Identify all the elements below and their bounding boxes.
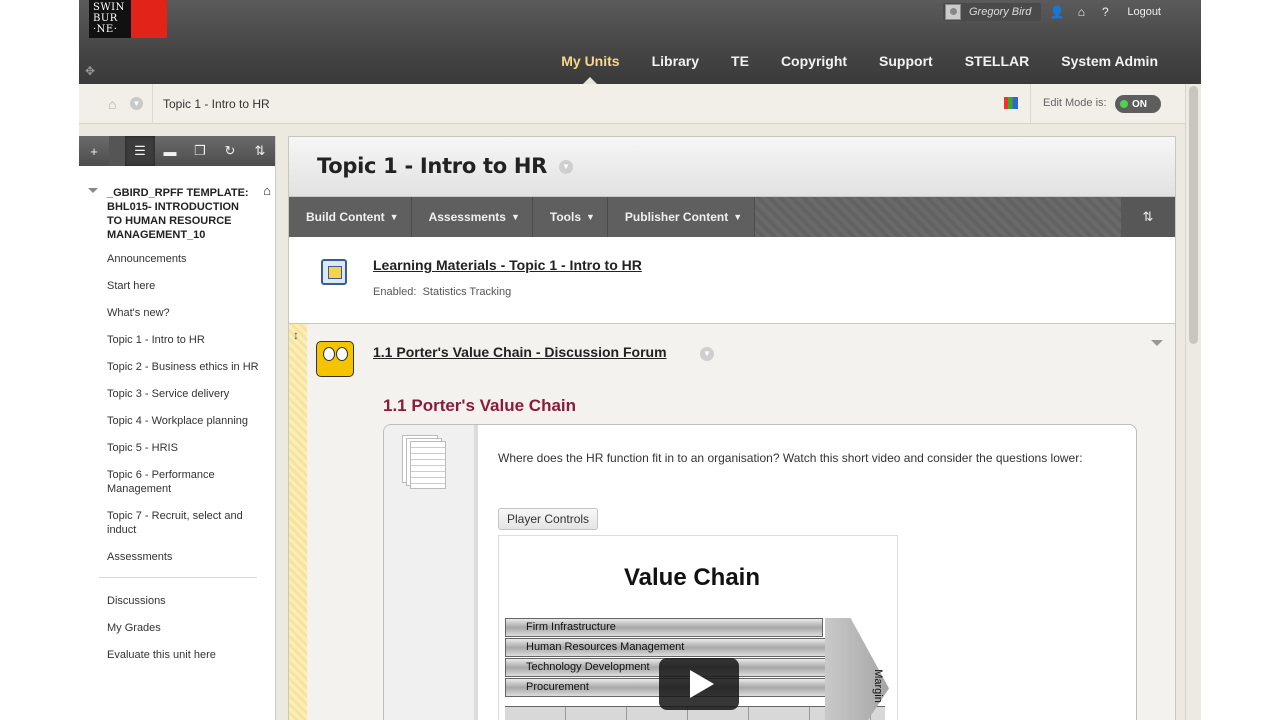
window-icon[interactable]: ❐ — [185, 136, 215, 166]
sidebar-item-topic-4[interactable]: Topic 4 - Workplace planning — [107, 414, 262, 428]
sidebar-item-whats-new[interactable]: What's new? — [107, 306, 262, 320]
document-icon — [402, 435, 446, 489]
video-player[interactable]: Value Chain Firm Infrastructure Human Re… — [498, 535, 898, 720]
player-controls-button[interactable]: Player Controls — [498, 508, 599, 530]
folder-view-icon[interactable]: ▬ — [155, 136, 185, 166]
chevron-down-icon: ▼ — [389, 212, 399, 222]
publisher-content-menu[interactable]: Publisher Content ▼ — [608, 197, 756, 237]
sidebar-item-start-here[interactable]: Start here — [107, 279, 262, 293]
tab-system-admin[interactable]: System Admin — [1061, 53, 1158, 69]
divider — [99, 577, 257, 578]
content-item-discussion-forum: ↕ 1.1 Porter's Value Chain - Discussion … — [289, 324, 1175, 720]
home-icon[interactable]: ⌂ — [1073, 5, 1089, 19]
course-menu: + ☰ ▬ ❐ ↻ ⇅ _GBIRD_RPFF TEMPLATE: BHL015… — [79, 136, 276, 720]
color-palette-icon[interactable] — [1004, 97, 1018, 109]
sidebar-item-discussions[interactable]: Discussions — [107, 594, 262, 608]
sidebar-item-announcements[interactable]: Announcements — [107, 252, 262, 266]
user-profile-icon[interactable]: 👤 — [1049, 5, 1065, 19]
tools-menu[interactable]: Tools ▼ — [533, 197, 608, 237]
sidebar-item-evaluate[interactable]: Evaluate this unit here — [107, 648, 262, 662]
swinburne-logo[interactable]: SWIN BUR ·NE· — [89, 0, 167, 38]
sort-icon[interactable]: ⇅ — [1121, 197, 1175, 237]
edit-mode-label: Edit Mode is: — [1043, 97, 1107, 109]
tab-copyright[interactable]: Copyright — [781, 53, 847, 69]
tab-stellar[interactable]: STELLAR — [965, 53, 1030, 69]
drag-handle[interactable]: ↕ — [289, 324, 307, 720]
move-handle-icon[interactable]: ✥ — [81, 64, 99, 80]
collapse-item-icon[interactable] — [1151, 340, 1163, 346]
logo-red-block — [131, 0, 167, 38]
scrollbar-thumb[interactable] — [1189, 86, 1198, 344]
forum-link[interactable]: 1.1 Porter's Value Chain - Discussion Fo… — [373, 344, 667, 360]
content-folder-icon — [321, 259, 347, 285]
user-name: Gregory Bird — [968, 6, 1032, 18]
page-title: Topic 1 - Intro to HR — [317, 154, 548, 178]
forum-subtitle: 1.1 Porter's Value Chain — [383, 396, 577, 415]
content-area: Topic 1 - Intro to HR ▼ Build Content ▼ A… — [288, 136, 1176, 720]
build-content-menu[interactable]: Build Content ▼ — [289, 197, 412, 237]
forum-description: Where does the HR function fit in to an … — [498, 451, 1083, 465]
top-header: SWIN BUR ·NE· ✥ Gregory Bird 👤 ⌂ ? Logout … — [79, 0, 1201, 84]
breadcrumb-current: Topic 1 - Intro to HR — [163, 97, 270, 111]
avatar — [944, 4, 961, 20]
sidebar-item-topic-1[interactable]: Topic 1 - Intro to HR — [107, 333, 262, 347]
sidebar-item-topic-5[interactable]: Topic 5 - HRIS — [107, 441, 262, 455]
value-chain-row: Human Resources Management — [505, 638, 835, 657]
value-chain-row: Firm Infrastructure — [505, 618, 823, 637]
page-scrollbar[interactable] — [1185, 84, 1201, 720]
page-title-bar: Topic 1 - Intro to HR ▼ — [289, 137, 1175, 197]
tab-library[interactable]: Library — [652, 53, 699, 69]
user-bar: Gregory Bird 👤 ⌂ ? Logout — [942, 3, 1161, 21]
course-menu-list: Announcements Start here What's new? Top… — [79, 252, 275, 564]
add-icon[interactable]: + — [79, 136, 109, 166]
logout-link[interactable]: Logout — [1127, 6, 1161, 18]
margin-label: Margin — [871, 669, 884, 703]
content-item-learning-materials: Learning Materials - Topic 1 - Intro to … — [289, 237, 1175, 324]
logo-text: SWIN BUR ·NE· — [93, 2, 125, 35]
app-frame: SWIN BUR ·NE· ✥ Gregory Bird 👤 ⌂ ? Logout … — [79, 0, 1201, 720]
edit-mode-toggle[interactable]: ON — [1115, 95, 1161, 113]
forum-description-panel: Where does the HR function fit in to an … — [383, 424, 1137, 720]
sidebar-item-topic-6[interactable]: Topic 6 - Performance Management — [107, 468, 262, 496]
toggle-indicator — [1120, 100, 1128, 108]
chevron-down-icon: ▼ — [510, 212, 520, 222]
learning-materials-link[interactable]: Learning Materials - Topic 1 - Intro to … — [373, 257, 642, 273]
item-meta: Enabled: Statistics Tracking — [373, 286, 512, 298]
assessments-menu[interactable]: Assessments ▼ — [412, 197, 533, 237]
refresh-icon[interactable]: ↻ — [215, 136, 245, 166]
course-menu-toolbar: + ☰ ▬ ❐ ↻ ⇅ — [79, 136, 275, 166]
chevron-down-icon[interactable]: ▼ — [130, 97, 143, 110]
tab-my-units[interactable]: My Units — [561, 53, 620, 84]
page-options-chevron-icon[interactable]: ▼ — [559, 160, 573, 174]
chevron-down-icon: ▼ — [733, 212, 743, 222]
chevron-down-icon: ▼ — [586, 212, 595, 222]
breadcrumb: ⌂ ▼ Topic 1 - Intro to HR Edit Mode is: … — [79, 84, 1185, 124]
user-menu[interactable]: Gregory Bird — [942, 3, 1042, 21]
action-bar: Build Content ▼ Assessments ▼ Tools ▼ Publi… — [289, 197, 1175, 237]
course-title[interactable]: _GBIRD_RPFF TEMPLATE: BHL015- INTRODUCTI… — [79, 166, 275, 242]
help-icon[interactable]: ? — [1097, 5, 1113, 19]
list-view-icon[interactable]: ☰ — [125, 136, 155, 166]
course-tools-list: Discussions My Grades Evaluate this unit… — [79, 594, 275, 662]
sidebar-item-my-grades[interactable]: My Grades — [107, 621, 262, 635]
edit-mode-state: ON — [1132, 98, 1147, 110]
drag-arrow-icon: ↕ — [293, 328, 299, 342]
discussion-forum-icon — [316, 341, 354, 377]
sidebar-item-topic-2[interactable]: Topic 2 - Business ethics in HR — [107, 360, 262, 374]
sidebar-item-assessments[interactable]: Assessments — [107, 550, 262, 564]
item-options-chevron-icon[interactable]: ▼ — [700, 347, 714, 361]
tab-support[interactable]: Support — [879, 53, 933, 69]
sidebar-item-topic-7[interactable]: Topic 7 - Recruit, select and induct — [107, 509, 262, 537]
course-home-icon: ⌂ — [263, 183, 271, 198]
video-title: Value Chain — [623, 564, 761, 591]
sidebar-item-topic-3[interactable]: Topic 3 - Service delivery — [107, 387, 262, 401]
play-icon[interactable] — [659, 658, 739, 710]
collapse-icon[interactable] — [88, 188, 98, 193]
main-nav: My Units Library TE Copyright Support ST… — [561, 53, 1158, 84]
reorder-icon[interactable]: ⇅ — [245, 136, 275, 166]
breadcrumb-home-icon[interactable]: ⌂ — [108, 96, 116, 112]
tab-te[interactable]: TE — [731, 53, 749, 69]
